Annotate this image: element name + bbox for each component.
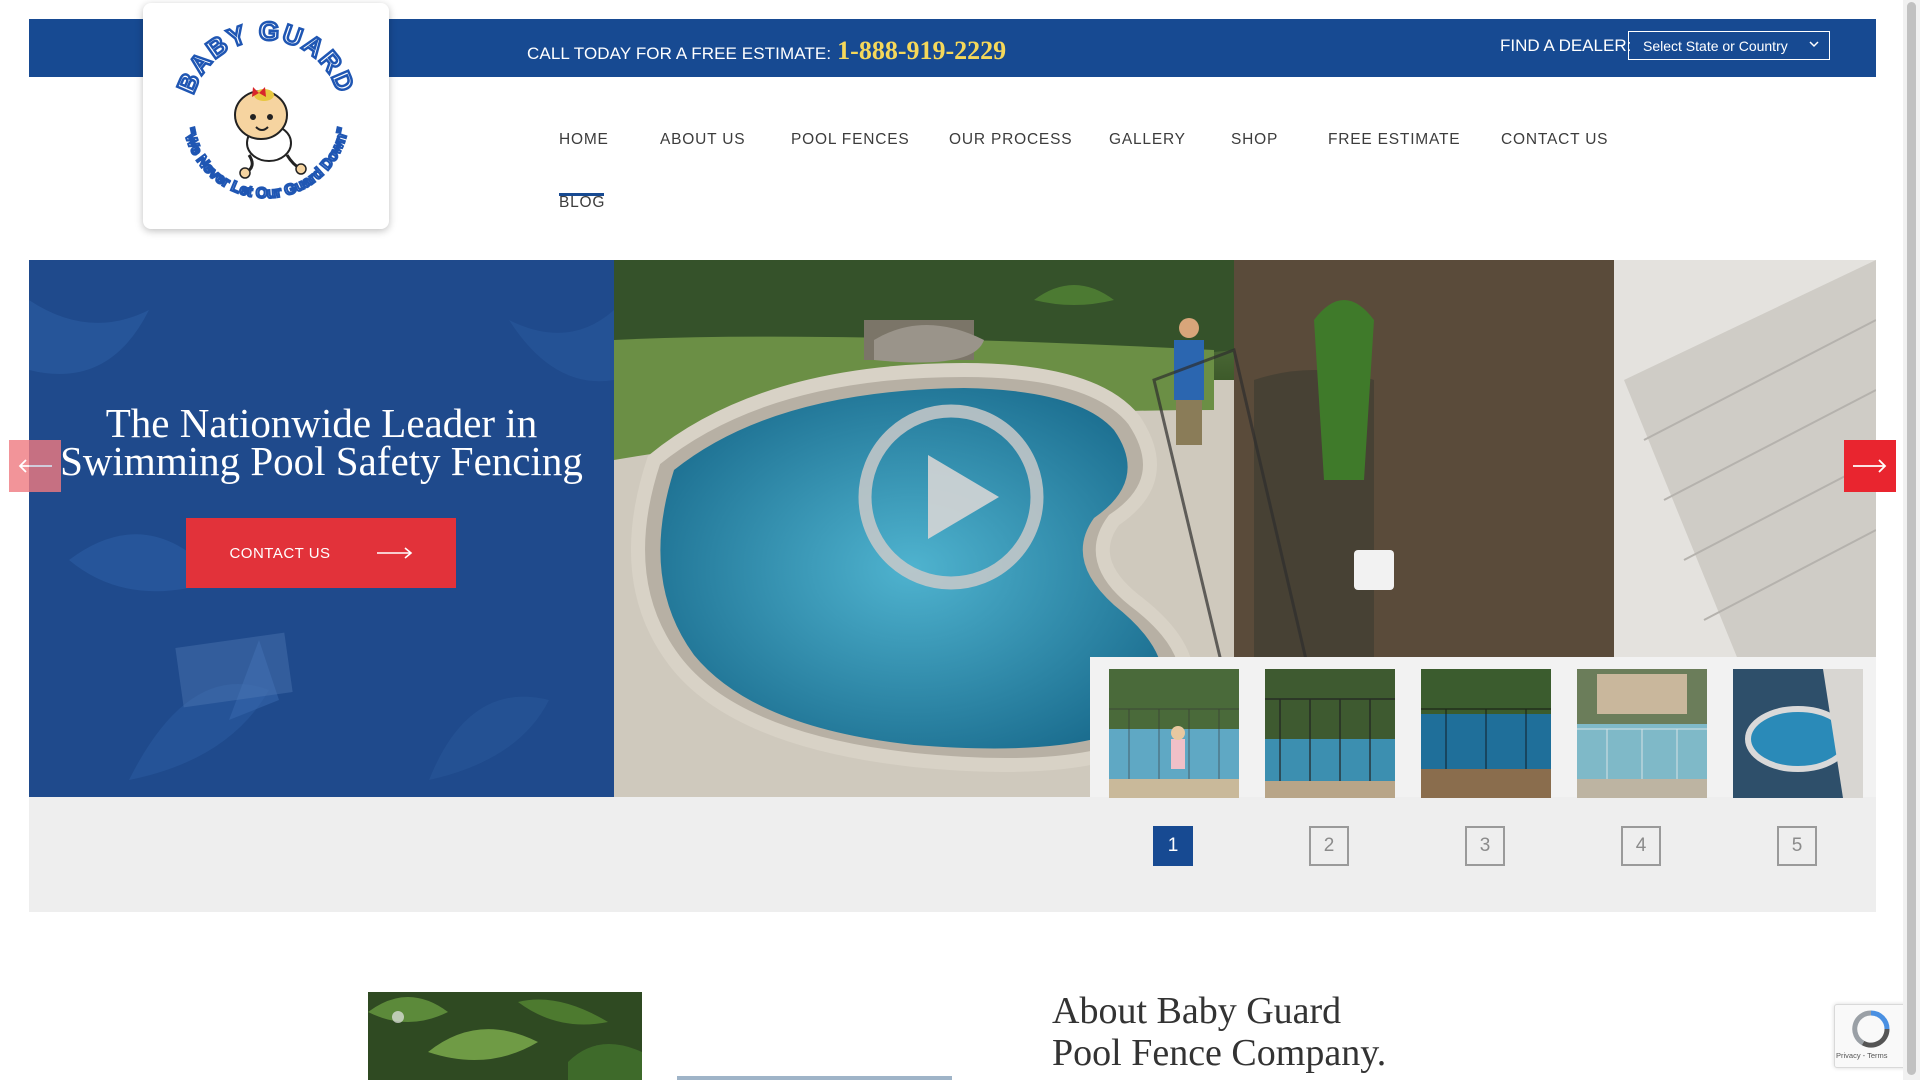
about-heading: About Baby Guard Pool Fence Company. <box>1052 990 1386 1074</box>
phone-number-link[interactable]: 1-888-919-2229 <box>837 36 1006 66</box>
dealer-select[interactable]: Select State or Country <box>1628 31 1830 60</box>
pool-fence-child-thumbnail-image <box>1109 669 1239 798</box>
slider-pager-band <box>29 797 1876 912</box>
slider-next-button[interactable] <box>1844 440 1896 492</box>
slider-page-5[interactable]: 5 <box>1777 826 1817 866</box>
nav-contact-us[interactable]: CONTACT US <box>1501 131 1608 149</box>
svg-text:BABY GUARD: BABY GUARD <box>171 16 361 98</box>
slider-page-4[interactable]: 4 <box>1621 826 1661 866</box>
slide-thumbnail-2[interactable] <box>1265 669 1395 798</box>
recaptcha-privacy-link[interactable]: Privacy <box>1836 1051 1861 1060</box>
about-image-2 <box>677 1076 952 1080</box>
slide-thumbnail-1[interactable] <box>1109 669 1239 798</box>
garden-pool-image <box>368 992 642 1080</box>
about-heading-line-1: About Baby Guard <box>1052 990 1342 1032</box>
hero-title-line-1: The Nationwide Leader in <box>105 400 538 446</box>
pool-fence-house-thumbnail-image <box>1577 669 1707 798</box>
arrow-right-icon <box>1853 459 1887 473</box>
estimate-label: CALL TODAY FOR A FREE ESTIMATE: <box>527 44 832 63</box>
pool-fence-deck-thumbnail-image <box>1421 669 1551 798</box>
nav-home[interactable]: HOME <box>559 131 609 149</box>
nav-gallery[interactable]: GALLERY <box>1109 131 1186 149</box>
nav-our-process[interactable]: OUR PROCESS <box>949 131 1072 149</box>
about-image-1 <box>368 992 642 1080</box>
hero-contact-button-label: CONTACT US <box>229 544 331 562</box>
slide-thumbnail-3[interactable] <box>1421 669 1551 798</box>
pool-fence-gate-thumbnail-image <box>1265 669 1395 798</box>
dealer-select-value: Select State or Country <box>1643 37 1788 54</box>
site-logo[interactable]: BABY GUARD "We Never Let Our Guard Down" <box>143 3 389 229</box>
pool-overhead-thumbnail-image <box>1733 669 1863 798</box>
hero-title-line-2: Swimming Pool Safety Fencing <box>60 438 583 484</box>
arrow-right-icon <box>376 547 412 559</box>
arrow-left-icon <box>18 459 52 473</box>
slider-page-2[interactable]: 2 <box>1309 826 1349 866</box>
slider-page-3[interactable]: 3 <box>1465 826 1505 866</box>
slider-page-1[interactable]: 1 <box>1153 826 1193 866</box>
nav-pool-fences[interactable]: POOL FENCES <box>791 131 909 149</box>
slide-thumbnail-5[interactable] <box>1733 669 1863 798</box>
scrollbar-thumb[interactable] <box>1907 2 1916 1075</box>
nav-free-estimate[interactable]: FREE ESTIMATE <box>1328 131 1460 149</box>
free-estimate-callout: CALL TODAY FOR A FREE ESTIMATE: 1-888-91… <box>527 36 1006 66</box>
hero-contact-button[interactable]: CONTACT US <box>186 518 456 588</box>
hero-title: The Nationwide Leader in Swimming Pool S… <box>29 400 614 484</box>
slider-prev-button[interactable] <box>9 440 61 492</box>
chevron-down-icon <box>1809 41 1819 48</box>
nav-about-us[interactable]: ABOUT US <box>660 131 745 149</box>
nav-blog[interactable]: BLOG <box>559 194 605 212</box>
nav-shop[interactable]: SHOP <box>1231 131 1278 149</box>
slide-thumbnail-4[interactable] <box>1577 669 1707 798</box>
recaptcha-links: Privacy - Terms <box>1836 1051 1888 1060</box>
baby-guard-logo-icon: BABY GUARD "We Never Let Our Guard Down" <box>170 15 361 206</box>
recaptcha-icon <box>1852 1010 1890 1048</box>
recaptcha-terms-link[interactable]: Terms <box>1867 1051 1887 1060</box>
find-dealer-label: FIND A DEALER: <box>1500 36 1632 55</box>
about-heading-line-2: Pool Fence Company. <box>1052 1032 1387 1074</box>
